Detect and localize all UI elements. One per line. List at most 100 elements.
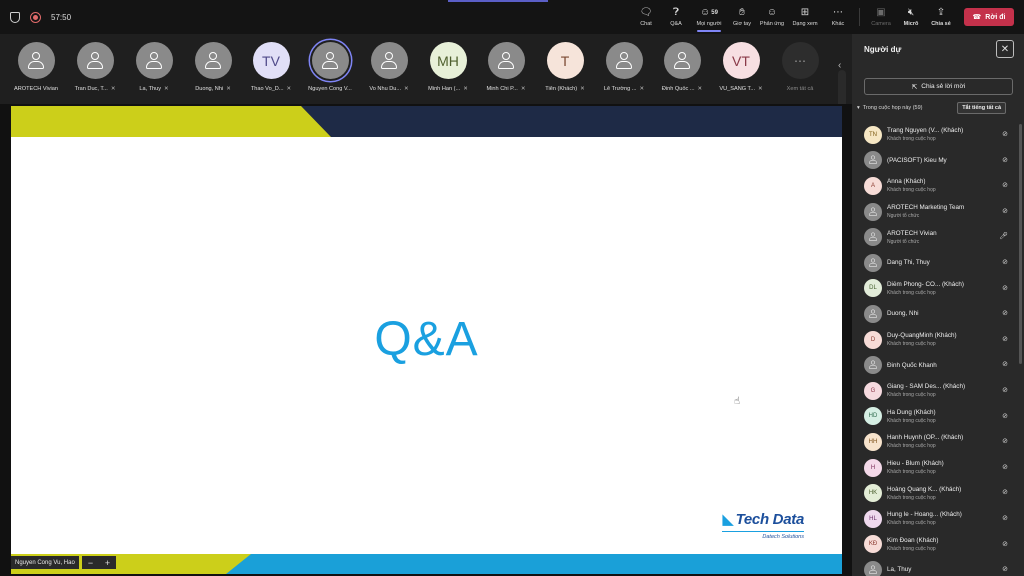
participant-row[interactable]: HL Hung le - Hoang... (Khách) Khách trong … bbox=[852, 506, 1024, 532]
qa-button[interactable]: ❓︎ Q&A bbox=[661, 0, 691, 34]
raise-hand-button[interactable]: ✋︎ Giơ tay bbox=[727, 0, 757, 34]
participant-role: Khách trong cuộc họp bbox=[887, 520, 936, 527]
camera-button[interactable]: ▣ Camera bbox=[866, 0, 896, 34]
participant-tile[interactable]: Tran Duc, T... ✕ bbox=[66, 42, 124, 92]
share-button[interactable]: ⇪ Chia sẻ bbox=[926, 0, 956, 34]
participant-row[interactable]: H Hieu - Blum (Khách) Khách trong cuộc họp… bbox=[852, 455, 1024, 481]
participant-row[interactable]: Đinh Quốc Khanh ⊘ bbox=[852, 352, 1024, 378]
participant-name: Dang Thi, Thuy bbox=[887, 259, 930, 267]
section-toggle[interactable]: ▾ Trong cuộc họp này (59) bbox=[857, 105, 922, 111]
mic-off-icon[interactable]: ⊘ bbox=[1002, 284, 1008, 292]
avatar: A bbox=[864, 176, 882, 195]
participant-tile[interactable]: Vo Nhu Du... ✕ bbox=[360, 42, 418, 92]
participant-row[interactable]: (PACISOFT) Kieu My ⊘ bbox=[852, 148, 1024, 174]
mic-off-icon: ✕ bbox=[639, 86, 645, 92]
mic-off-icon[interactable]: ⊘ bbox=[1002, 207, 1008, 215]
participant-tile[interactable]: T Tiên (Khách) ✕ bbox=[536, 42, 594, 92]
zoom-in-button[interactable]: + bbox=[105, 558, 110, 568]
avatar: HH bbox=[864, 432, 882, 451]
participant-row[interactable]: A Anna (Khách) Khách trong cuộc họp ⊘ bbox=[852, 173, 1024, 199]
hand-icon: ✋︎ bbox=[739, 6, 745, 18]
mic-off-icon[interactable]: ⊘ bbox=[1002, 335, 1008, 343]
participant-tile[interactable]: Đinh Quốc ... ✕ bbox=[653, 42, 711, 92]
mic-off-icon[interactable]: ⊘ bbox=[1002, 309, 1008, 317]
avatar: TV bbox=[252, 42, 290, 79]
avatar bbox=[194, 42, 232, 79]
participant-tile[interactable]: MH Minh Han (... ✕ bbox=[419, 42, 477, 92]
panel-scrollbar[interactable] bbox=[1019, 124, 1022, 364]
close-icon[interactable]: ✕ bbox=[996, 40, 1014, 58]
participants-panel: Người dự ✕ ⇱ Chia sẻ lời mời ▾ Trong cuộc… bbox=[852, 34, 1024, 576]
share-invite-button[interactable]: ⇱ Chia sẻ lời mời bbox=[864, 78, 1013, 95]
chevron-left-icon[interactable]: ‹ bbox=[838, 60, 841, 71]
mic-off-icon[interactable]: ⊘ bbox=[1002, 130, 1008, 138]
mic-off-icon[interactable]: ⊘ bbox=[1002, 412, 1008, 420]
people-button[interactable]: ☺︎ 59 Mọi người bbox=[691, 0, 727, 34]
participant-row[interactable]: HK Hoàng Quang K... (Khách) Khách trong cu… bbox=[852, 480, 1024, 506]
participant-tile[interactable]: La, Thuy ✕ bbox=[125, 42, 183, 92]
mic-off-icon[interactable]: ⊘ bbox=[1002, 181, 1008, 189]
zoom-out-button[interactable]: − bbox=[88, 558, 93, 568]
participant-tile-active-speaker[interactable]: Nguyen Cong V... bbox=[301, 42, 359, 92]
mic-button[interactable]: 🔇︎ Micrô bbox=[896, 0, 926, 34]
participant-row[interactable]: Duong, Nhi ⊘ bbox=[852, 301, 1024, 327]
participant-tile[interactable]: AROTECH Vivian bbox=[7, 42, 65, 92]
participant-row[interactable]: HD Ha Dung (Khách) Khách trong cuộc họp ⊘ bbox=[852, 404, 1024, 430]
participant-row[interactable]: La, Thuy ⊘ bbox=[852, 557, 1024, 576]
view-button[interactable]: ⊞ Dạng xem bbox=[787, 0, 823, 34]
avatar: HL bbox=[864, 509, 882, 528]
participant-name: AROTECH Marketing Team bbox=[887, 204, 965, 212]
participant-tile[interactable]: Minh Chi P... ✕ bbox=[477, 42, 535, 92]
person-icon bbox=[615, 51, 633, 71]
participant-row[interactable]: Dang Thi, Thuy ⊘ bbox=[852, 250, 1024, 276]
mic-off-icon: ✕ bbox=[520, 86, 526, 92]
mic-off-icon[interactable]: ⊘ bbox=[1002, 514, 1008, 522]
participant-row[interactable]: G Giang - SAM Des... (Khách) Khách trong c… bbox=[852, 378, 1024, 404]
participant-name: Hieu - Blum (Khách) bbox=[887, 460, 944, 468]
leave-button[interactable]: ☎︎ Rời đi bbox=[964, 8, 1014, 26]
participant-row[interactable]: D Duy-QuangMinh (Khách) Khách trong cuộc h… bbox=[852, 327, 1024, 353]
loading-bar bbox=[448, 0, 548, 2]
participant-tile[interactable]: VT VŨ_SÁNG T... ✕ bbox=[712, 42, 770, 92]
participant-row[interactable]: DL Diễm Phong- CÔ... (Khách) Khách trong c… bbox=[852, 276, 1024, 302]
mute-all-button[interactable]: Tắt tiếng tất cả bbox=[957, 102, 1006, 114]
participant-role: Khách trong cuộc họp bbox=[887, 469, 936, 476]
phone-hangup-icon: ☎︎ bbox=[972, 14, 982, 21]
participant-tile[interactable]: Lê Trường ... ✕ bbox=[595, 42, 653, 92]
participant-row[interactable]: TN Trang Nguyen (V... (Khách) Khách trong … bbox=[852, 122, 1024, 148]
mic-icon[interactable]: 🎤︎ bbox=[999, 232, 1008, 240]
presenter-name-label: Nguyen Cong Vu, Hao bbox=[11, 556, 79, 569]
participant-role: Người tổ chức bbox=[887, 213, 920, 220]
participant-role: Khách trong cuộc họp bbox=[887, 443, 936, 450]
chat-button[interactable]: 🗨︎ Chat bbox=[631, 0, 661, 34]
avatar bbox=[864, 560, 882, 576]
mic-off-icon[interactable]: ⊘ bbox=[1002, 258, 1008, 266]
participant-name: Giang - SAM Des... (Khách) bbox=[887, 383, 966, 391]
participant-tile[interactable]: TV Thao Vo_D... ✕ bbox=[242, 42, 300, 92]
participant-row[interactable]: KĐ Kim Đoan (Khách) Khách trong cuộc họp ⊘ bbox=[852, 532, 1024, 558]
participant-role: Khách trong cuộc họp bbox=[887, 289, 936, 296]
avatar bbox=[663, 42, 701, 79]
avatar bbox=[864, 202, 882, 221]
recording-icon bbox=[30, 11, 41, 23]
shield-icon[interactable] bbox=[10, 11, 20, 23]
participant-tile[interactable]: Duong, Nhi ✕ bbox=[184, 42, 242, 92]
mic-off-icon: ✕ bbox=[226, 86, 231, 92]
view-all-tile[interactable]: ⋯ Xem tất cả bbox=[771, 42, 829, 92]
react-button[interactable]: ☺ Phản ứng bbox=[757, 0, 787, 34]
mic-off-icon[interactable]: ⊘ bbox=[1002, 463, 1008, 471]
avatar bbox=[17, 42, 55, 79]
more-button[interactable]: ⋯ Khác bbox=[823, 0, 853, 34]
person-icon bbox=[204, 51, 222, 71]
participant-row[interactable]: AROTECH Vivian Người tổ chức 🎤︎ bbox=[852, 224, 1024, 250]
mic-off-icon[interactable]: ⊘ bbox=[1002, 360, 1008, 368]
mic-off-icon[interactable]: ⊘ bbox=[1002, 156, 1008, 164]
mic-off-icon[interactable]: ⊘ bbox=[1002, 565, 1008, 573]
mic-off-icon[interactable]: ⊘ bbox=[1002, 437, 1008, 445]
in-meeting-section: ▾ Trong cuộc họp này (59) Tắt tiếng tất c… bbox=[852, 101, 1024, 115]
mic-off-icon[interactable]: ⊘ bbox=[1002, 488, 1008, 496]
mic-off-icon[interactable]: ⊘ bbox=[1002, 386, 1008, 394]
mic-off-icon[interactable]: ⊘ bbox=[1002, 540, 1008, 548]
participant-row[interactable]: HH Hanh Huynh (OP... (Khách) Khách trong c… bbox=[852, 429, 1024, 455]
participant-row[interactable]: AROTECH Marketing Team Người tổ chức ⊘ bbox=[852, 199, 1024, 225]
